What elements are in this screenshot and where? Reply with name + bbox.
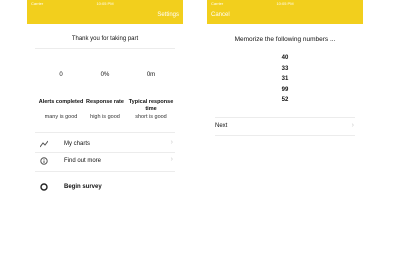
- response-rate-hint: high is good: [90, 114, 120, 120]
- response-time-value: 0m: [146, 72, 156, 78]
- chart-icon: [40, 140, 48, 148]
- info-icon: [40, 157, 48, 165]
- divider: [35, 48, 175, 49]
- divider: [35, 152, 175, 153]
- divider: [215, 117, 355, 118]
- settings-button[interactable]: Settings: [157, 12, 179, 18]
- memorize-instruction: Memorize the following numbers ...: [234, 36, 336, 43]
- response-time-hint: short is good: [135, 114, 167, 120]
- cancel-button[interactable]: Cancel: [211, 12, 230, 18]
- number-item: 40: [281, 55, 289, 61]
- menu-item-label: Find out more: [64, 158, 102, 164]
- menu-item-find-out-more[interactable]: Find out more ›: [35, 155, 175, 169]
- begin-survey-button[interactable]: Begin survey: [35, 181, 175, 195]
- next-button[interactable]: Next: [215, 123, 227, 129]
- number-item: 33: [281, 66, 289, 72]
- response-rate-value: 0%: [100, 72, 110, 78]
- nav-bar: Carrier 10:05 PM Cancel: [207, 0, 363, 24]
- circle-icon: [40, 183, 48, 191]
- divider: [215, 135, 355, 136]
- status-time: 10:05 PM: [96, 1, 114, 6]
- menu-item-label: My charts: [64, 141, 91, 147]
- chevron-right-icon: ›: [351, 122, 354, 129]
- response-rate-label: Response rate: [86, 99, 124, 105]
- begin-survey-label: Begin survey: [64, 184, 102, 190]
- nav-bar: Carrier 10:05 PM Settings: [27, 0, 183, 24]
- chevron-right-icon: ›: [170, 156, 173, 163]
- thanks-message: Thank you for taking part: [71, 36, 139, 42]
- response-time-label: Typical response time: [128, 99, 174, 112]
- chevron-right-icon: ›: [170, 139, 173, 146]
- number-item: 52: [281, 97, 289, 103]
- divider: [35, 132, 175, 133]
- divider: [35, 171, 175, 172]
- menu-item-my-charts[interactable]: My charts ›: [35, 138, 175, 152]
- number-item: 99: [281, 87, 289, 93]
- number-item: 31: [281, 76, 289, 82]
- memory-task-screen: Carrier 10:05 PM Cancel Memorize the fol…: [207, 0, 363, 266]
- home-screen: Carrier 10:05 PM Settings Thank you for …: [27, 0, 183, 266]
- status-time: 10:05 PM: [276, 1, 294, 6]
